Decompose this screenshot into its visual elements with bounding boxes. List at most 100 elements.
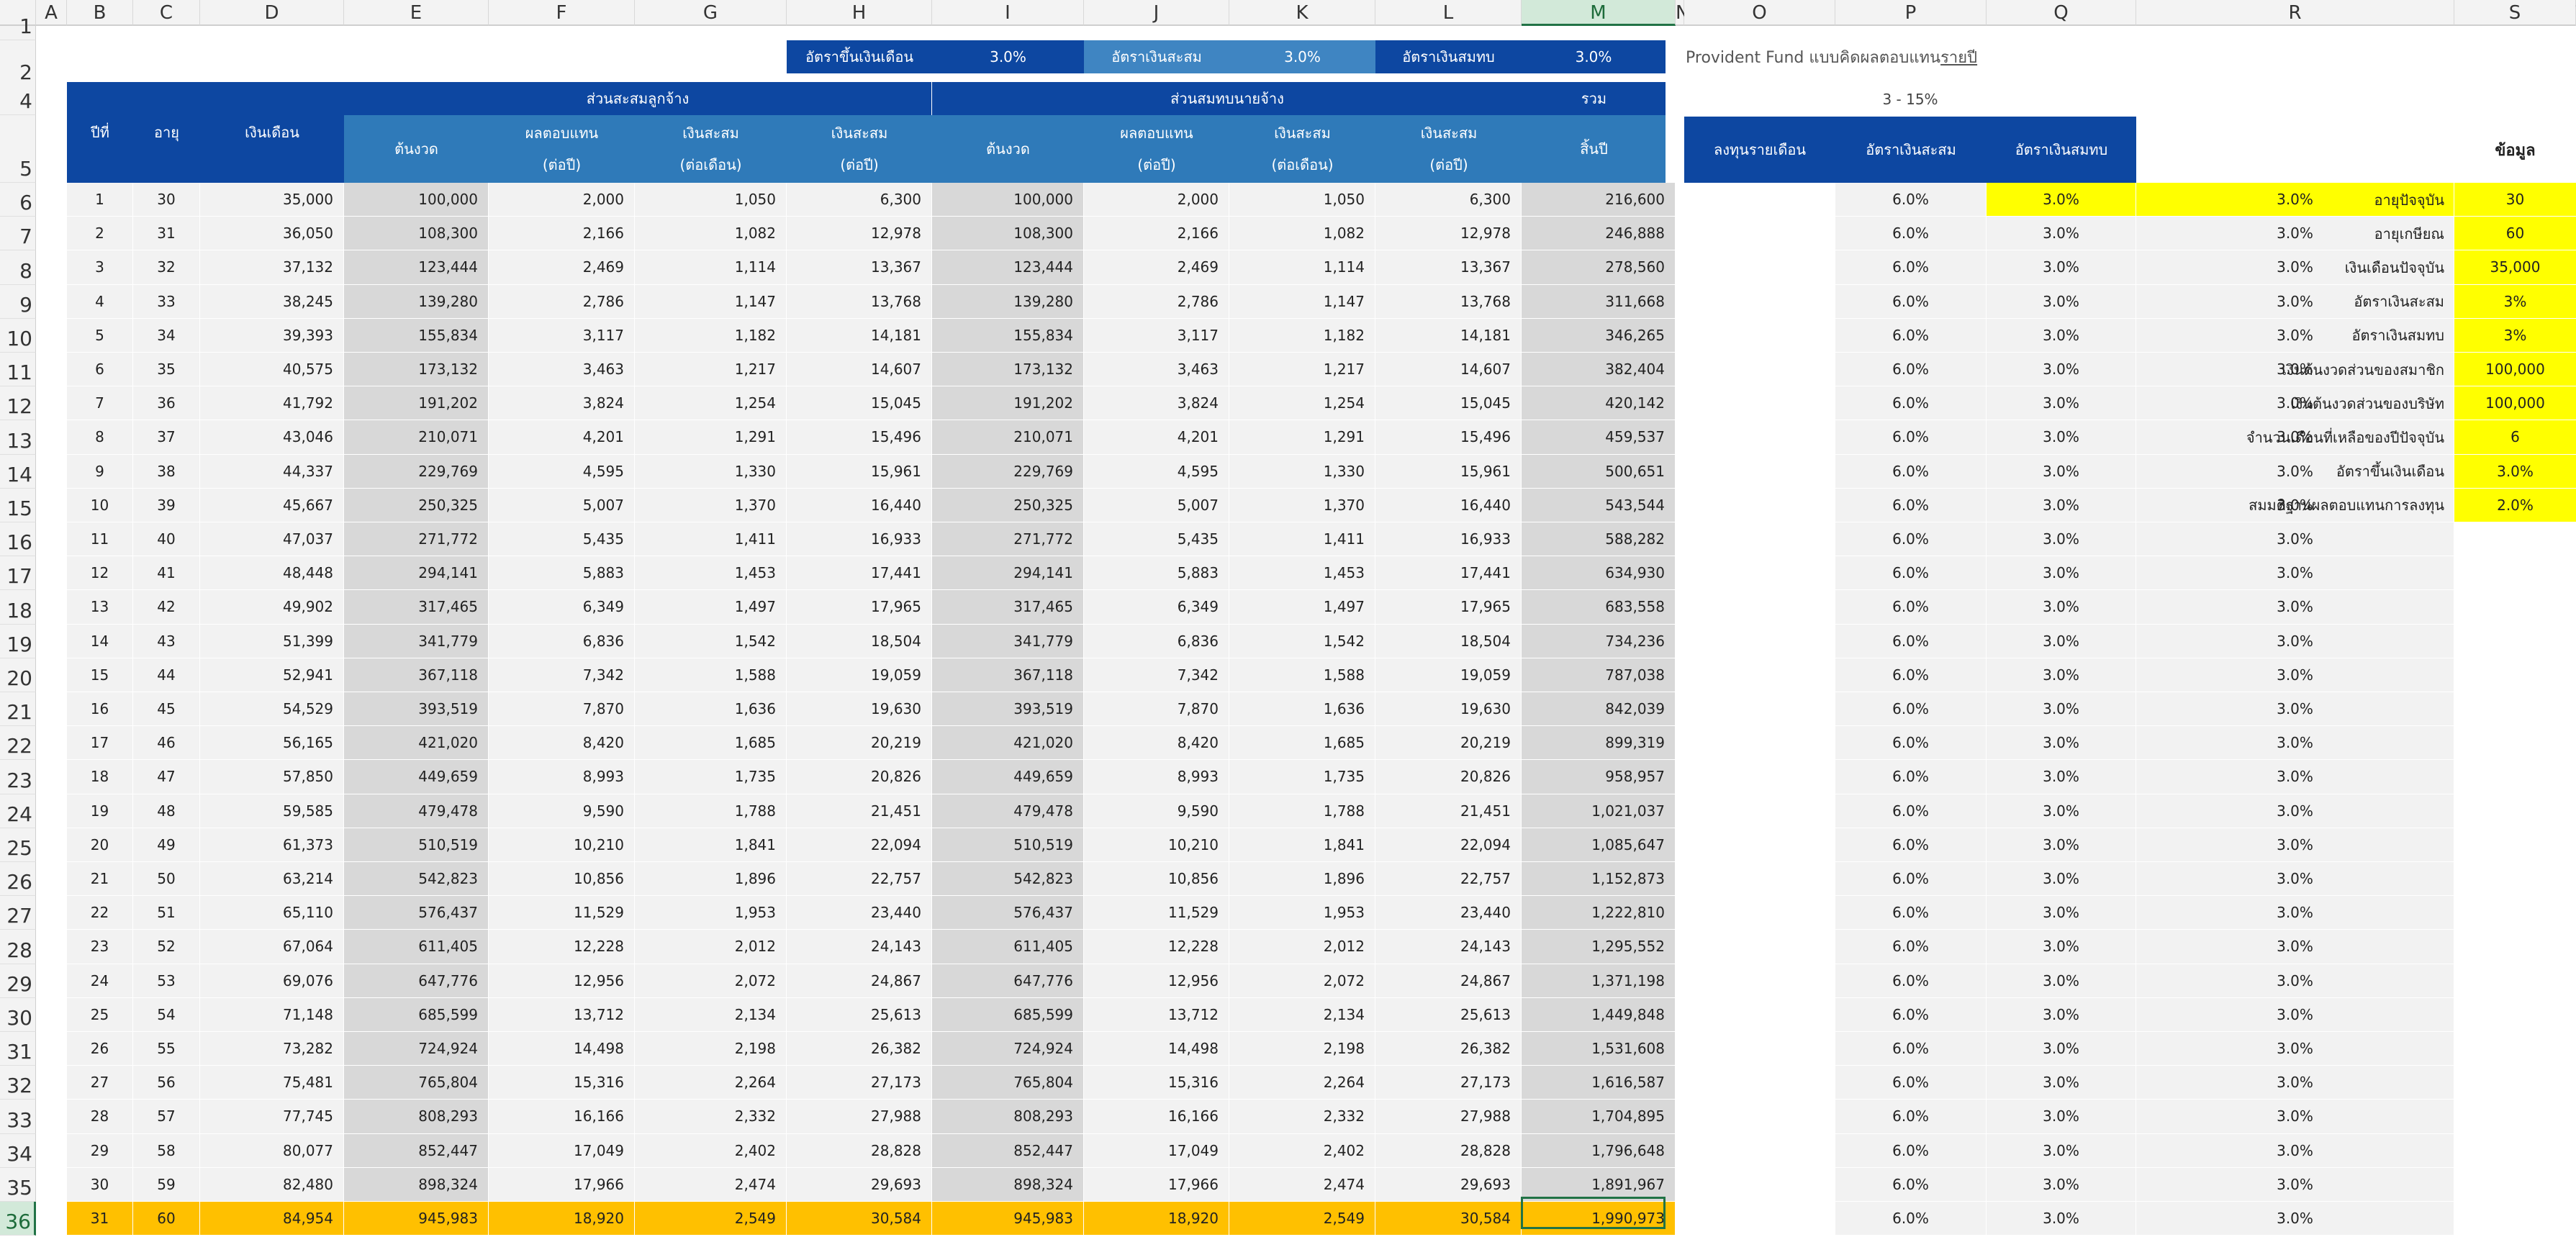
table-cell[interactable]: 3.0% [1987, 896, 2136, 930]
table-cell[interactable]: 3.0% [2136, 658, 2454, 692]
table-cell[interactable]: 2,000 [1084, 183, 1229, 217]
table-cell[interactable]: 3.0% [1987, 353, 2136, 387]
table-cell[interactable]: 55 [133, 1032, 200, 1066]
row-header-34[interactable]: 34 [0, 1133, 36, 1168]
info-value[interactable]: 2.0% [2454, 488, 2576, 522]
column-header-I[interactable]: I [932, 0, 1084, 26]
table-cell[interactable]: 6,349 [489, 590, 635, 625]
table-cell[interactable]: 47 [133, 760, 200, 794]
table-cell[interactable]: 31 [133, 217, 200, 251]
table-cell[interactable]: 16,166 [489, 1100, 635, 1134]
table-cell[interactable]: 59 [133, 1167, 200, 1202]
table-cell[interactable]: 41 [133, 556, 200, 591]
table-cell[interactable]: 2 [67, 217, 133, 251]
table-cell[interactable]: 341,779 [932, 624, 1084, 658]
table-cell[interactable]: 2,134 [635, 997, 787, 1032]
table-cell[interactable]: 19,059 [787, 658, 932, 692]
table-cell[interactable]: 898,324 [344, 1167, 489, 1202]
table-cell[interactable]: 6.0% [1835, 420, 1987, 455]
table-cell[interactable]: 1,542 [635, 624, 787, 658]
row-header-32[interactable]: 32 [0, 1066, 36, 1100]
table-cell[interactable]: 5,883 [1084, 556, 1229, 591]
table-cell[interactable]: 22,757 [787, 862, 932, 897]
table-cell[interactable]: 294,141 [932, 556, 1084, 591]
table-cell[interactable]: 3.0% [1987, 964, 2136, 998]
column-header-P[interactable]: P [1835, 0, 1987, 26]
table-cell[interactable]: 2,332 [1229, 1100, 1375, 1134]
table-cell[interactable]: 341,779 [344, 624, 489, 658]
table-cell[interactable]: 1,953 [1229, 896, 1375, 930]
table-cell[interactable]: 37 [133, 420, 200, 455]
table-cell[interactable]: 1,330 [1229, 454, 1375, 489]
table-cell[interactable]: 155,834 [344, 318, 489, 353]
table-cell[interactable]: 22,094 [787, 828, 932, 862]
column-header-O[interactable]: O [1684, 0, 1835, 26]
table-cell[interactable]: 271,772 [344, 522, 489, 557]
table-cell[interactable]: 80,077 [200, 1133, 344, 1168]
table-cell[interactable]: 317,465 [344, 590, 489, 625]
row-header-31[interactable]: 31 [0, 1032, 36, 1066]
table-cell[interactable]: 47,037 [200, 522, 344, 557]
table-cell[interactable]: 3.0% [1987, 1066, 2136, 1100]
table-cell[interactable]: 50 [133, 862, 200, 897]
table-cell[interactable]: 139,280 [932, 284, 1084, 319]
table-cell[interactable]: 683,558 [1522, 590, 1676, 625]
table-cell[interactable]: 2,549 [635, 1202, 787, 1236]
table-cell[interactable]: 685,599 [344, 997, 489, 1032]
table-cell[interactable]: 421,020 [344, 726, 489, 761]
table-cell[interactable]: 6.0% [1835, 183, 1987, 217]
table-cell[interactable]: 9,590 [489, 794, 635, 828]
info-value[interactable]: 30 [2454, 183, 2576, 217]
savings-rate-value[interactable]: 3.0% [1229, 40, 1375, 73]
table-cell[interactable]: 22,094 [1375, 828, 1522, 862]
table-cell[interactable]: 6.0% [1835, 556, 1987, 591]
table-cell[interactable]: 21,451 [1375, 794, 1522, 828]
info-value[interactable]: 3% [2454, 284, 2576, 319]
column-header-R[interactable]: R [2136, 0, 2454, 26]
table-cell[interactable]: 20,826 [787, 760, 932, 794]
table-cell[interactable]: 1,497 [635, 590, 787, 625]
table-cell[interactable]: 40,575 [200, 353, 344, 387]
table-cell[interactable]: 34 [133, 318, 200, 353]
table-cell[interactable]: 57 [133, 1100, 200, 1134]
table-cell[interactable]: 2,134 [1229, 997, 1375, 1032]
table-cell[interactable]: 31 [67, 1202, 133, 1236]
table-cell[interactable]: 6.0% [1835, 1202, 1987, 1236]
column-header-N[interactable]: N [1676, 0, 1689, 26]
table-cell[interactable]: 2,072 [1229, 964, 1375, 998]
table-cell[interactable]: 155,834 [932, 318, 1084, 353]
table-cell[interactable]: 808,293 [344, 1100, 489, 1134]
table-cell[interactable]: 15,961 [1375, 454, 1522, 489]
table-cell[interactable]: 3,117 [1084, 318, 1229, 353]
table-cell[interactable]: 4 [67, 284, 133, 319]
table-cell[interactable]: 6.0% [1835, 217, 1987, 251]
table-cell[interactable]: 1,453 [635, 556, 787, 591]
table-cell[interactable]: 1,021,037 [1522, 794, 1676, 828]
table-cell[interactable]: 19 [67, 794, 133, 828]
table-cell[interactable]: 3.0% [2136, 964, 2454, 998]
row-header-33[interactable]: 33 [0, 1100, 36, 1134]
table-cell[interactable]: 32 [133, 250, 200, 285]
table-cell[interactable]: 1,085,647 [1522, 828, 1676, 862]
table-cell[interactable]: 3.0% [1987, 420, 2136, 455]
column-header-M[interactable]: M [1522, 0, 1676, 26]
table-cell[interactable]: 27,173 [1375, 1066, 1522, 1100]
row-header-11[interactable]: 11 [0, 353, 36, 387]
table-cell[interactable]: 54 [133, 997, 200, 1032]
table-cell[interactable]: 787,038 [1522, 658, 1676, 692]
table-cell[interactable]: 1,616,587 [1522, 1066, 1676, 1100]
table-cell[interactable]: 1,788 [1229, 794, 1375, 828]
table-cell[interactable]: 42 [133, 590, 200, 625]
table-cell[interactable]: 765,804 [344, 1066, 489, 1100]
row-header-4[interactable]: 4 [0, 82, 36, 115]
table-cell[interactable]: 19,630 [787, 692, 932, 727]
table-cell[interactable]: 542,823 [932, 862, 1084, 897]
table-cell[interactable]: 24,143 [1375, 930, 1522, 964]
contribution-rate-value[interactable]: 3.0% [1522, 40, 1666, 73]
table-cell[interactable]: 1,896 [635, 862, 787, 897]
table-cell[interactable]: 1,453 [1229, 556, 1375, 591]
table-cell[interactable]: 12,956 [1084, 964, 1229, 998]
table-cell[interactable]: 12,956 [489, 964, 635, 998]
table-cell[interactable]: 6.0% [1835, 930, 1987, 964]
table-cell[interactable]: 724,924 [932, 1032, 1084, 1066]
